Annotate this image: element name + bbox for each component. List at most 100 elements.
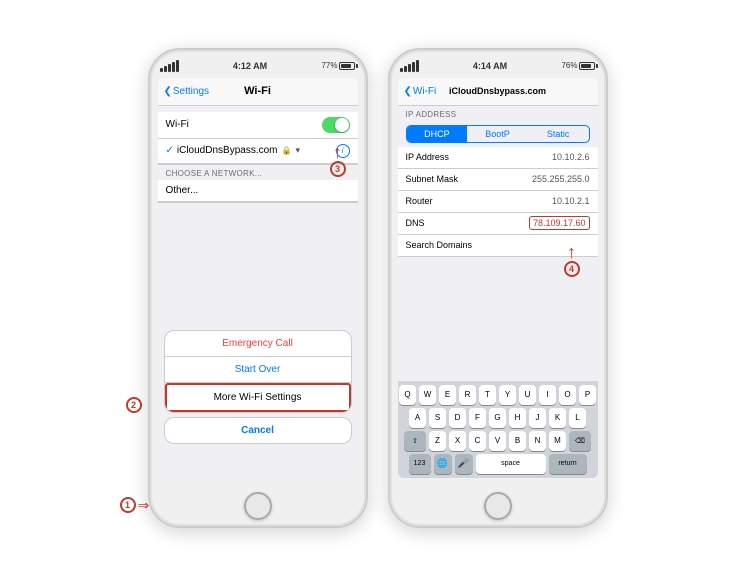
key-space[interactable]: space xyxy=(476,454,546,474)
left-nav-bar: ❮ Settings Wi-Fi xyxy=(158,78,358,106)
key-g[interactable]: G xyxy=(489,408,506,428)
key-v[interactable]: V xyxy=(489,431,506,451)
home-area-right xyxy=(390,486,606,526)
router-row: Router 10.10.2.1 xyxy=(398,191,598,213)
battery-indicator-right: 76% xyxy=(561,61,595,70)
segment-static[interactable]: Static xyxy=(528,126,589,142)
key-j[interactable]: J xyxy=(529,408,546,428)
key-globe[interactable]: 🌐 xyxy=(434,454,452,474)
key-a[interactable]: A xyxy=(409,408,426,428)
dns-row: DNS 78.109.17.60 xyxy=(398,213,598,235)
keyboard: Q W E R T Y U I O P A xyxy=(398,381,598,478)
annot-number-4: 4 xyxy=(564,261,580,277)
network-name: iCloudDnsBypass.com xyxy=(177,145,278,156)
action-group-main: Emergency Call Start Over More Wi-Fi Set… xyxy=(164,330,352,413)
key-u[interactable]: U xyxy=(519,385,536,405)
key-h[interactable]: H xyxy=(509,408,526,428)
arrow-4-up: ↑ xyxy=(567,243,576,261)
key-f[interactable]: F xyxy=(469,408,486,428)
back-label-left: Settings xyxy=(173,86,209,97)
key-m[interactable]: M xyxy=(549,431,566,451)
other-network-row[interactable]: Other... xyxy=(158,180,358,202)
battery-icon-right xyxy=(579,62,595,70)
key-b[interactable]: B xyxy=(509,431,526,451)
keyboard-row-bottom: 123 🌐 🎤 space return xyxy=(400,454,596,474)
segment-bootp[interactable]: BootP xyxy=(467,126,528,142)
wifi-toggle-row[interactable]: Wi-Fi xyxy=(158,112,358,139)
subnet-mask-label: Subnet Mask xyxy=(406,174,459,184)
battery-indicator: 77% xyxy=(321,61,355,70)
key-shift[interactable]: ⇧ xyxy=(404,431,426,451)
signal-indicator-right xyxy=(400,60,419,72)
key-k[interactable]: K xyxy=(549,408,566,428)
key-l[interactable]: L xyxy=(569,408,586,428)
key-c[interactable]: C xyxy=(469,431,486,451)
annotation-3: ↑ 3 xyxy=(330,143,346,177)
segment-dhcp[interactable]: DHCP xyxy=(407,126,468,142)
key-q[interactable]: Q xyxy=(399,385,416,405)
annotation-2: 2 xyxy=(126,397,142,413)
emergency-call-item[interactable]: Emergency Call xyxy=(165,331,351,357)
cancel-item[interactable]: Cancel xyxy=(165,418,351,443)
arrow-3-up: ↑ xyxy=(333,143,342,161)
key-return[interactable]: return xyxy=(549,454,587,474)
more-wifi-settings-item[interactable]: More Wi-Fi Settings xyxy=(165,383,351,412)
checkmark-icon: ✓ xyxy=(166,145,174,156)
key-delete[interactable]: ⌫ xyxy=(569,431,591,451)
arrow-1: ⇒ xyxy=(138,497,150,514)
key-e[interactable]: E xyxy=(439,385,456,405)
home-button-right[interactable] xyxy=(484,492,512,520)
key-x[interactable]: X xyxy=(449,431,466,451)
key-s[interactable]: S xyxy=(429,408,446,428)
ip-address-label: IP Address xyxy=(406,152,449,162)
action-sheet: Emergency Call Start Over More Wi-Fi Set… xyxy=(158,330,358,448)
choose-network-header: CHOOSE A NETWORK... xyxy=(158,165,358,180)
more-wifi-label: More Wi-Fi Settings xyxy=(214,392,302,403)
battery-icon xyxy=(339,62,355,70)
segment-control[interactable]: DHCP BootP Static xyxy=(406,125,590,143)
wifi-toggle-label: Wi-Fi xyxy=(166,119,189,130)
home-button[interactable] xyxy=(244,492,272,520)
key-i[interactable]: I xyxy=(539,385,556,405)
right-phone-time: 4:14 AM xyxy=(473,61,507,71)
action-group-cancel: Cancel xyxy=(164,417,352,444)
dns-label: DNS xyxy=(406,218,425,228)
key-p[interactable]: P xyxy=(579,385,596,405)
keyboard-row-1: Q W E R T Y U I O P xyxy=(400,385,596,405)
right-nav-bar: ❮ Wi-Fi iCloudDnsbypass.com xyxy=(398,78,598,106)
subnet-mask-row: Subnet Mask 255.255.255.0 xyxy=(398,169,598,191)
battery-pct-left: 77% xyxy=(321,61,337,70)
battery-pct-right: 76% xyxy=(561,61,577,70)
key-w[interactable]: W xyxy=(419,385,436,405)
subnet-mask-value: 255.255.255.0 xyxy=(532,174,590,184)
key-r[interactable]: R xyxy=(459,385,476,405)
annot-number-1: 1 xyxy=(120,497,136,513)
key-n[interactable]: N xyxy=(529,431,546,451)
network-row[interactable]: ✓ iCloudDnsBypass.com 🔒 ▾ i xyxy=(158,139,358,164)
key-o[interactable]: O xyxy=(559,385,576,405)
annotation-4: ↑ 4 xyxy=(564,243,580,277)
back-button-left[interactable]: ❮ Settings xyxy=(164,86,210,97)
key-t[interactable]: T xyxy=(479,385,496,405)
keyboard-row-2: A S D F G H J K L xyxy=(400,408,596,428)
signal-indicator xyxy=(160,60,179,72)
dns-value: 78.109.17.60 xyxy=(529,216,590,230)
ip-address-value: 10.10.2.6 xyxy=(552,152,590,162)
lock-icon: 🔒 xyxy=(282,146,292,155)
keyboard-row-3: ⇧ Z X C V B N M ⌫ xyxy=(400,431,596,451)
key-mic[interactable]: 🎤 xyxy=(455,454,473,474)
annot-number-2: 2 xyxy=(126,397,142,413)
key-d[interactable]: D xyxy=(449,408,466,428)
ip-section-header: IP ADDRESS xyxy=(398,106,598,121)
left-phone-time: 4:12 AM xyxy=(233,61,267,71)
search-domains-label: Search Domains xyxy=(406,240,473,250)
key-z[interactable]: Z xyxy=(429,431,446,451)
wifi-toggle[interactable] xyxy=(322,117,350,133)
home-area xyxy=(150,486,366,526)
key-numbers[interactable]: 123 xyxy=(409,454,431,474)
ip-address-row: IP Address 10.10.2.6 xyxy=(398,147,598,169)
router-value: 10.10.2.1 xyxy=(552,196,590,206)
back-button-right[interactable]: ❮ Wi-Fi xyxy=(404,86,437,97)
key-y[interactable]: Y xyxy=(499,385,516,405)
start-over-item[interactable]: Start Over xyxy=(165,357,351,383)
